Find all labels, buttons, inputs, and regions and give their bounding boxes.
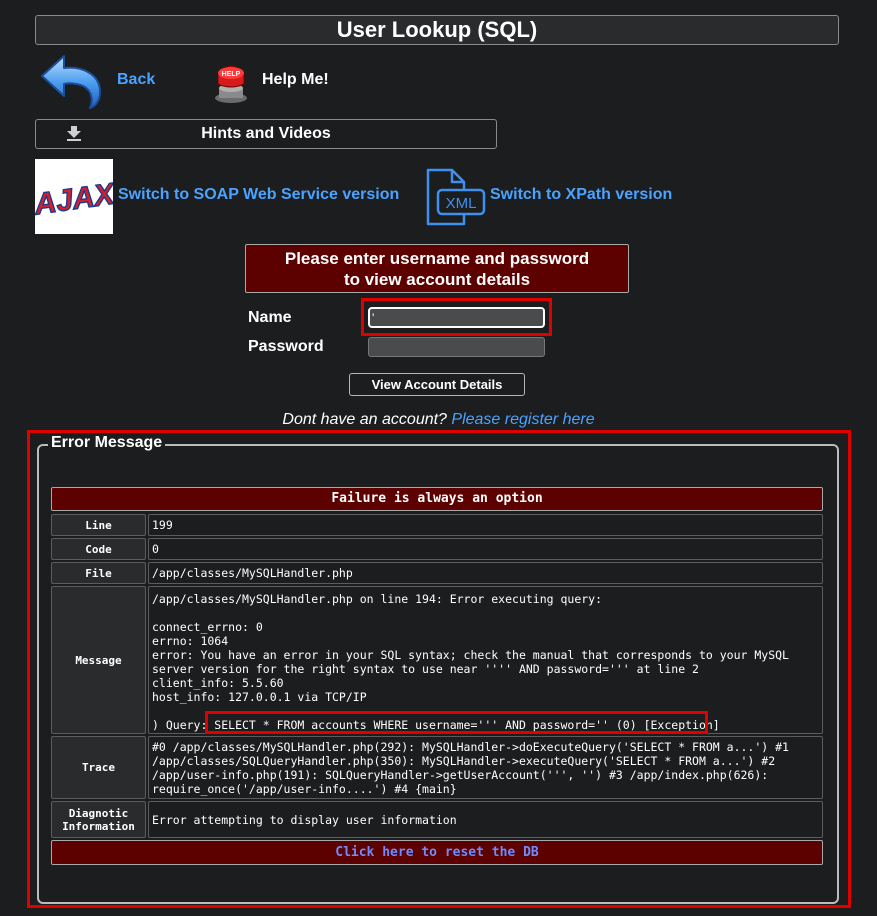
trace-value: #0 /app/classes/MySQLHandler.php(292): M… (148, 736, 823, 799)
login-header-line1: Please enter username and password (284, 249, 590, 268)
password-field[interactable] (368, 337, 545, 357)
hints-label: Hints and Videos (201, 125, 331, 142)
xml-file-icon[interactable]: XML (422, 168, 488, 228)
register-prompt-text: Dont have an account? (282, 411, 447, 428)
help-icon-text: HELP (222, 71, 241, 78)
trace-label: Trace (51, 736, 146, 799)
diagnostic-value: Error attempting to display user informa… (148, 801, 823, 838)
login-header: Please enter username and password to vi… (245, 244, 629, 293)
message-label: Message (51, 586, 146, 734)
reset-db-bar: Click here to reset the DB (51, 840, 823, 865)
error-legend: Error Message (48, 434, 166, 452)
diagnostic-label: Diagnotic Information (51, 801, 146, 838)
ajax-logo-text: AJAX (35, 177, 113, 221)
soap-version-link[interactable]: Switch to SOAP Web Service version (118, 186, 399, 204)
file-value: /app/classes/MySQLHandler.php (148, 562, 823, 584)
page-title: User Lookup (SQL) (35, 15, 839, 45)
password-label: Password (248, 338, 324, 355)
hints-toggle[interactable]: Hints and Videos (35, 119, 497, 149)
name-field[interactable] (368, 307, 545, 328)
xml-icon-text: XML (446, 195, 477, 212)
name-label: Name (248, 309, 292, 326)
back-arrow-icon[interactable] (38, 52, 104, 110)
xpath-version-link[interactable]: Switch to XPath version (490, 186, 672, 204)
file-label: File (51, 562, 146, 584)
help-button-icon[interactable]: HELP (212, 60, 250, 104)
reset-db-link[interactable]: Click here to reset the DB (335, 845, 539, 860)
failure-banner: Failure is always an option (51, 487, 823, 511)
login-header-line2: to view account details (343, 270, 531, 289)
register-prompt: Dont have an account? Please register he… (0, 411, 877, 429)
ajax-logo-icon[interactable]: AJAX (31, 159, 119, 234)
help-link[interactable]: Help Me! (262, 71, 329, 89)
code-value: 0 (148, 538, 823, 560)
query-highlight (205, 711, 708, 734)
view-account-details-button[interactable]: View Account Details (349, 373, 525, 396)
register-link[interactable]: Please register here (451, 411, 594, 428)
code-label: Code (51, 538, 146, 560)
line-label: Line (51, 514, 146, 536)
line-value: 199 (148, 514, 823, 536)
back-link[interactable]: Back (117, 71, 155, 89)
